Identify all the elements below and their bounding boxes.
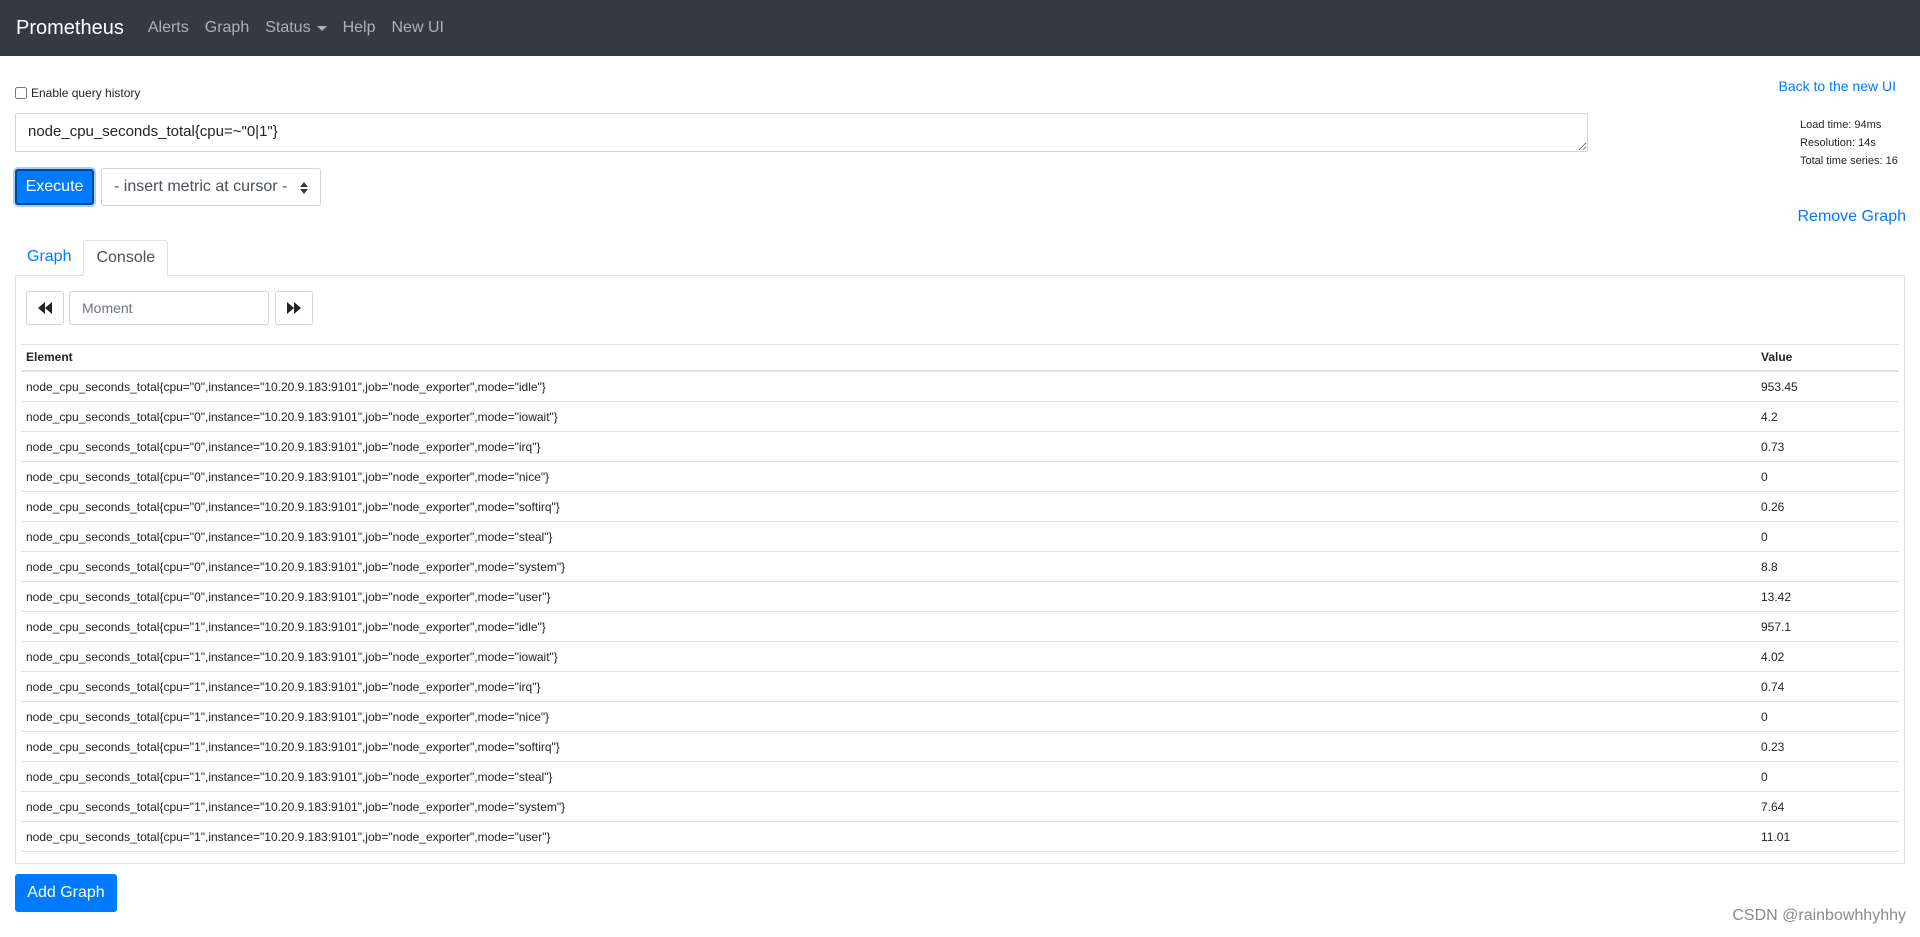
add-graph-button[interactable]: Add Graph <box>15 874 117 912</box>
fast-backward-icon <box>38 302 52 314</box>
expression-input[interactable] <box>15 113 1588 152</box>
row-element: node_cpu_seconds_total{cpu="1",instance=… <box>26 829 551 844</box>
tab-console[interactable]: Console <box>83 240 169 276</box>
nav-link-status-label: Status <box>265 19 311 36</box>
table-row: node_cpu_seconds_total{cpu="0",instance=… <box>21 492 1899 522</box>
execute-button[interactable]: Execute <box>15 169 94 205</box>
table-row: node_cpu_seconds_total{cpu="1",instance=… <box>21 612 1899 642</box>
row-value: 11.01 <box>1761 829 1791 844</box>
row-value: 0.26 <box>1761 499 1785 514</box>
row-element: node_cpu_seconds_total{cpu="0",instance=… <box>26 529 553 544</box>
element-column-header: Element <box>26 350 73 364</box>
total-time-series: Total time series: 16 <box>1800 155 1898 167</box>
fast-forward-icon <box>287 302 301 314</box>
table-row: node_cpu_seconds_total{cpu="1",instance=… <box>21 672 1899 702</box>
insert-metric-select[interactable]: - insert metric at cursor - <box>101 168 321 206</box>
row-value: 953.45 <box>1761 379 1798 394</box>
table-row: node_cpu_seconds_total{cpu="0",instance=… <box>21 402 1899 432</box>
row-element: node_cpu_seconds_total{cpu="0",instance=… <box>26 559 566 574</box>
value-column-header: Value <box>1761 350 1793 364</box>
nav-link-help[interactable]: Help <box>343 19 376 37</box>
row-element: node_cpu_seconds_total{cpu="0",instance=… <box>26 589 551 604</box>
row-value: 4.2 <box>1761 409 1778 424</box>
remove-graph-link[interactable]: Remove Graph <box>1798 208 1907 226</box>
caret-down-icon <box>316 25 327 31</box>
row-element: node_cpu_seconds_total{cpu="1",instance=… <box>26 619 546 634</box>
row-value: 0 <box>1761 769 1768 784</box>
brand-link[interactable]: Prometheus <box>16 17 124 40</box>
navbar: Prometheus Alerts Graph Status Help New … <box>0 0 1920 56</box>
table-row: node_cpu_seconds_total{cpu="1",instance=… <box>21 762 1899 792</box>
tab-graph[interactable]: Graph <box>15 240 83 276</box>
nav-link-new-ui[interactable]: New UI <box>391 19 443 37</box>
view-tabs: Graph Console <box>15 240 169 276</box>
row-value: 0.23 <box>1761 739 1785 754</box>
row-element: node_cpu_seconds_total{cpu="1",instance=… <box>26 739 560 754</box>
row-element: node_cpu_seconds_total{cpu="1",instance=… <box>26 649 558 664</box>
query-history-checkbox[interactable] <box>15 87 27 99</box>
row-value: 0 <box>1761 709 1768 724</box>
row-element: node_cpu_seconds_total{cpu="0",instance=… <box>26 409 558 424</box>
query-history-toggle[interactable]: Enable query history <box>15 86 140 100</box>
select-arrows-icon <box>300 182 308 194</box>
row-element: node_cpu_seconds_total{cpu="0",instance=… <box>26 379 546 394</box>
console-panel: Element Value node_cpu_seconds_total{cpu… <box>15 275 1905 864</box>
table-row: node_cpu_seconds_total{cpu="0",instance=… <box>21 522 1899 552</box>
nav-link-alerts[interactable]: Alerts <box>148 19 189 37</box>
query-stats: Load time: 94ms Resolution: 14s Total ti… <box>1800 116 1898 170</box>
table-row: node_cpu_seconds_total{cpu="1",instance=… <box>21 702 1899 732</box>
table-row: node_cpu_seconds_total{cpu="1",instance=… <box>21 732 1899 762</box>
back-to-new-ui-link[interactable]: Back to the new UI <box>1778 78 1896 94</box>
table-row: node_cpu_seconds_total{cpu="0",instance=… <box>21 372 1899 402</box>
moment-input[interactable] <box>69 291 269 325</box>
table-row: node_cpu_seconds_total{cpu="1",instance=… <box>21 792 1899 822</box>
row-value: 8.8 <box>1761 559 1778 574</box>
row-value: 13.42 <box>1761 589 1792 604</box>
load-time: Load time: 94ms <box>1800 119 1882 131</box>
row-value: 957.1 <box>1761 619 1792 634</box>
row-element: node_cpu_seconds_total{cpu="0",instance=… <box>26 499 560 514</box>
table-row: node_cpu_seconds_total{cpu="0",instance=… <box>21 432 1899 462</box>
table-row: node_cpu_seconds_total{cpu="0",instance=… <box>21 462 1899 492</box>
table-header: Element Value <box>21 344 1899 372</box>
watermark: CSDN @rainbowhhyhhy <box>1732 907 1906 924</box>
moment-forward-button[interactable] <box>275 291 313 325</box>
table-row: node_cpu_seconds_total{cpu="1",instance=… <box>21 822 1899 852</box>
table-row: node_cpu_seconds_total{cpu="0",instance=… <box>21 552 1899 582</box>
nav-link-graph[interactable]: Graph <box>205 19 249 37</box>
row-value: 7.64 <box>1761 799 1785 814</box>
row-value: 0 <box>1761 469 1768 484</box>
row-element: node_cpu_seconds_total{cpu="0",instance=… <box>26 469 550 484</box>
table-row: node_cpu_seconds_total{cpu="0",instance=… <box>21 582 1899 612</box>
insert-metric-select-label: - insert metric at cursor - <box>114 178 288 195</box>
row-element: node_cpu_seconds_total{cpu="1",instance=… <box>26 709 550 724</box>
row-element: node_cpu_seconds_total{cpu="1",instance=… <box>26 769 553 784</box>
row-value: 0.73 <box>1761 439 1785 454</box>
table-row: node_cpu_seconds_total{cpu="1",instance=… <box>21 642 1899 672</box>
resolution: Resolution: 14s <box>1800 137 1876 149</box>
row-value: 4.02 <box>1761 649 1785 664</box>
row-element: node_cpu_seconds_total{cpu="1",instance=… <box>26 799 566 814</box>
row-element: node_cpu_seconds_total{cpu="0",instance=… <box>26 439 541 454</box>
moment-back-button[interactable] <box>26 291 64 325</box>
row-element: node_cpu_seconds_total{cpu="1",instance=… <box>26 679 541 694</box>
query-history-label: Enable query history <box>31 86 141 100</box>
nav-link-status[interactable]: Status <box>265 19 327 37</box>
row-value: 0 <box>1761 529 1768 544</box>
results-table: Element Value node_cpu_seconds_total{cpu… <box>21 344 1899 852</box>
row-value: 0.74 <box>1761 679 1785 694</box>
table-body: node_cpu_seconds_total{cpu="0",instance=… <box>21 372 1899 852</box>
